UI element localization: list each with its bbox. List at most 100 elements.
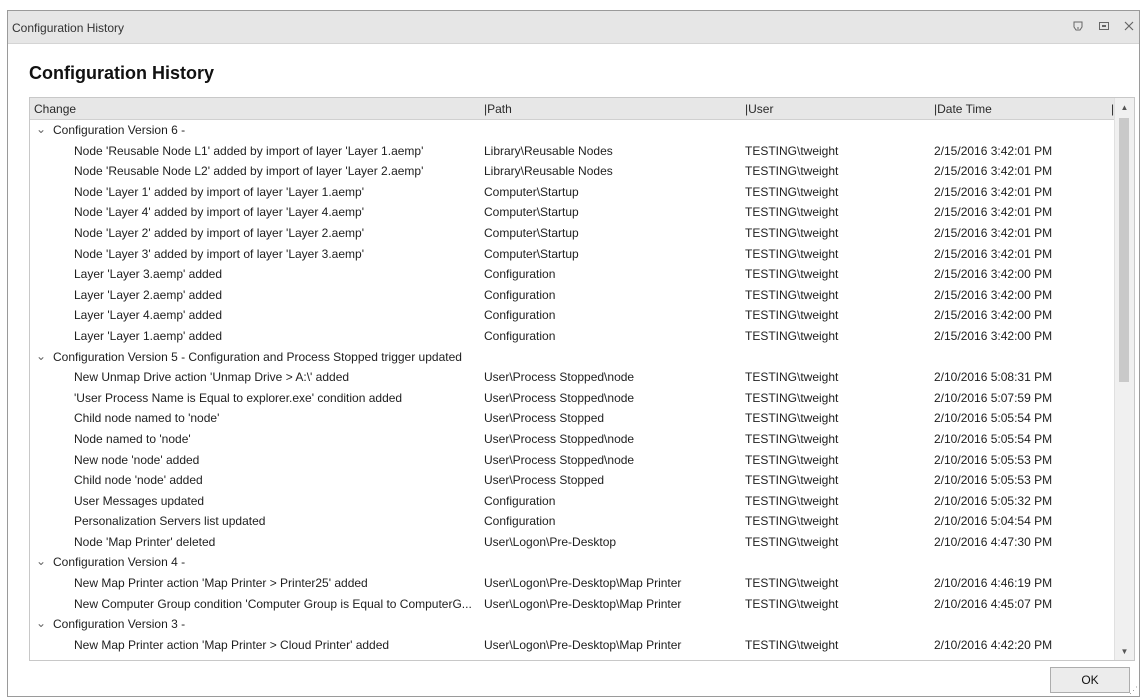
change-cell: Node 'Layer 3' added by import of layer … bbox=[74, 246, 364, 261]
table-row[interactable]: New node 'node' added User\Process Stoppe… bbox=[30, 450, 1116, 471]
table-row[interactable]: User Messages updated Configuration TESTIN… bbox=[30, 491, 1116, 512]
column-header-user[interactable]: |User bbox=[745, 102, 773, 116]
date-time-cell: 2/15/2016 3:42:01 PM bbox=[934, 205, 1053, 220]
column-header-change[interactable]: Change bbox=[34, 102, 76, 116]
change-cell: Node 'Layer 2' added by import of layer … bbox=[74, 225, 364, 240]
group-label: Configuration Version 3 - bbox=[53, 617, 186, 632]
user-cell: TESTING\tweight bbox=[745, 514, 839, 529]
path-cell: User\Logon\Pre-Desktop\Map Printer bbox=[484, 637, 682, 652]
scroll-up-icon[interactable]: ▲ bbox=[1115, 98, 1134, 116]
change-cell: New Map Printer action 'Map Printer > Pr… bbox=[74, 576, 368, 591]
column-header-date-time[interactable]: |Date Time bbox=[934, 102, 992, 116]
table-row[interactable]: Layer 'Layer 1.aemp' added Configuration T… bbox=[30, 326, 1116, 347]
change-cell: Child node named to 'node' bbox=[74, 411, 220, 426]
path-cell: User\Process Stopped\node bbox=[484, 390, 635, 405]
path-cell: Library\Reusable Nodes bbox=[484, 143, 613, 158]
chevron-down-icon[interactable]: ⌄ bbox=[36, 349, 46, 363]
table-row[interactable]: 'User Process Name is Equal to explorer.… bbox=[30, 388, 1116, 409]
page-title: Configuration History bbox=[29, 63, 214, 83]
table-row[interactable]: Node 'Layer 4' added by import of layer … bbox=[30, 202, 1116, 223]
user-cell: TESTING\tweight bbox=[745, 143, 839, 158]
user-cell: TESTING\tweight bbox=[745, 370, 839, 385]
user-cell: TESTING\tweight bbox=[745, 164, 839, 179]
close-icon[interactable] bbox=[1121, 18, 1137, 34]
change-cell: Layer 'Layer 3.aemp' added bbox=[74, 267, 223, 282]
table-row[interactable]: Node 'Reusable Node L2' added by import … bbox=[30, 161, 1116, 182]
date-time-cell: 2/10/2016 5:05:54 PM bbox=[934, 431, 1053, 446]
table-row[interactable]: Node 'Layer 3' added by import of layer … bbox=[30, 244, 1116, 265]
user-cell: TESTING\tweight bbox=[745, 493, 839, 508]
table-row[interactable]: Personalization Servers list updated Conf… bbox=[30, 511, 1116, 532]
path-cell: User\Process Stopped\node bbox=[484, 452, 635, 467]
grid-header: Change |Path |User |Date Time | bbox=[30, 98, 1116, 120]
path-cell: Configuration bbox=[484, 267, 556, 282]
user-cell: TESTING\tweight bbox=[745, 431, 839, 446]
table-row[interactable]: Node named to 'node' User\Process Stopped… bbox=[30, 429, 1116, 450]
group-label: Configuration Version 5 - Configuration … bbox=[53, 349, 462, 364]
table-row[interactable]: Layer 'Layer 3.aemp' added Configuration T… bbox=[30, 264, 1116, 285]
date-time-cell: 2/15/2016 3:42:00 PM bbox=[934, 287, 1053, 302]
user-cell: TESTING\tweight bbox=[745, 390, 839, 405]
path-cell: Computer\Startup bbox=[484, 225, 579, 240]
date-time-cell: 2/10/2016 4:46:19 PM bbox=[934, 576, 1053, 591]
date-time-cell: 2/10/2016 5:05:53 PM bbox=[934, 473, 1053, 488]
path-cell: User\Logon\Pre-Desktop\Map Printer bbox=[484, 576, 682, 591]
table-row[interactable]: Node 'Map Printer' deleted User\Logon\Pre… bbox=[30, 532, 1116, 553]
table-row[interactable]: New Map Printer action 'Map Printer > Cl… bbox=[30, 635, 1116, 656]
table-row[interactable]: Layer 'Layer 4.aemp' added Configuration T… bbox=[30, 305, 1116, 326]
table-row[interactable]: Layer 'Layer 2.aemp' added Configuration T… bbox=[30, 285, 1116, 306]
vertical-scrollbar[interactable]: ▲ ▼ bbox=[1114, 98, 1134, 660]
table-row[interactable]: Child node 'node' added User\Process Stop… bbox=[30, 470, 1116, 491]
history-grid: Change |Path |User |Date Time | ⌄ Configu… bbox=[29, 97, 1135, 661]
change-cell: Node 'Map Printer' deleted bbox=[74, 534, 216, 549]
date-time-cell: 2/10/2016 5:05:53 PM bbox=[934, 452, 1053, 467]
column-header-path[interactable]: |Path bbox=[484, 102, 512, 116]
group-row[interactable]: ⌄ Configuration Version 4 - bbox=[30, 552, 1116, 573]
maximize-icon[interactable] bbox=[1096, 18, 1112, 34]
table-row[interactable]: New Unmap Drive action 'Unmap Drive > A:… bbox=[30, 367, 1116, 388]
scroll-thumb[interactable] bbox=[1119, 118, 1129, 382]
path-cell: Computer\Startup bbox=[484, 184, 579, 199]
change-cell: Node 'Reusable Node L1' added by import … bbox=[74, 143, 424, 158]
change-cell: Node 'Reusable Node L2' added by import … bbox=[74, 164, 424, 179]
date-time-cell: 2/10/2016 4:47:30 PM bbox=[934, 534, 1053, 549]
group-label: Configuration Version 6 - bbox=[53, 123, 186, 137]
group-row[interactable]: ⌄ Configuration Version 6 - bbox=[30, 120, 1116, 141]
date-time-cell: 2/10/2016 4:42:20 PM bbox=[934, 637, 1053, 652]
group-row[interactable]: ⌄ Configuration Version 3 - bbox=[30, 614, 1116, 635]
path-cell: Computer\Startup bbox=[484, 205, 579, 220]
date-time-cell: 2/10/2016 5:05:54 PM bbox=[934, 411, 1053, 426]
path-cell: Configuration bbox=[484, 328, 556, 343]
user-cell: TESTING\tweight bbox=[745, 596, 839, 611]
user-cell: TESTING\tweight bbox=[745, 267, 839, 282]
chevron-down-icon[interactable]: ⌄ bbox=[36, 554, 46, 568]
change-cell: New Computer Group condition 'Computer G… bbox=[74, 596, 472, 611]
path-cell: User\Process Stopped\node bbox=[484, 431, 635, 446]
user-cell: TESTING\tweight bbox=[745, 184, 839, 199]
configuration-history-window: Configuration History Configuration Hist… bbox=[7, 10, 1140, 697]
scroll-down-icon[interactable]: ▼ bbox=[1115, 642, 1134, 660]
chevron-down-icon[interactable]: ⌄ bbox=[36, 616, 46, 630]
change-cell: New Map Printer action 'Map Printer > Cl… bbox=[74, 637, 390, 652]
path-cell: User\Logon\Pre-Desktop bbox=[484, 534, 617, 549]
table-row[interactable]: Node 'Layer 2' added by import of layer … bbox=[30, 223, 1116, 244]
table-row[interactable]: Node 'Reusable Node L1' added by import … bbox=[30, 141, 1116, 162]
user-cell: TESTING\tweight bbox=[745, 308, 839, 323]
resize-grip-icon[interactable]: ⋰ bbox=[1128, 685, 1138, 695]
chevron-down-icon[interactable]: ⌄ bbox=[36, 122, 46, 136]
date-time-cell: 2/10/2016 5:08:31 PM bbox=[934, 370, 1053, 385]
table-row[interactable]: New Computer Group condition 'Computer G… bbox=[30, 594, 1116, 615]
user-cell: TESTING\tweight bbox=[745, 225, 839, 240]
table-row[interactable]: New Map Printer action 'Map Printer > Pr… bbox=[30, 573, 1116, 594]
path-cell: User\Logon\Pre-Desktop\Map Printer bbox=[484, 596, 682, 611]
ok-button[interactable]: OK bbox=[1050, 667, 1130, 693]
path-cell: Configuration bbox=[484, 493, 556, 508]
table-row[interactable]: Child node named to 'node' User\Process S… bbox=[30, 408, 1116, 429]
date-time-cell: 2/10/2016 5:04:54 PM bbox=[934, 514, 1053, 529]
change-cell: Personalization Servers list updated bbox=[74, 514, 266, 529]
path-cell: Computer\Startup bbox=[484, 246, 579, 261]
table-row[interactable]: Node 'Layer 1' added by import of layer … bbox=[30, 182, 1116, 203]
date-time-cell: 2/15/2016 3:42:01 PM bbox=[934, 184, 1053, 199]
group-row[interactable]: ⌄ Configuration Version 5 - Configuration… bbox=[30, 347, 1116, 368]
help-icon[interactable] bbox=[1070, 18, 1086, 34]
